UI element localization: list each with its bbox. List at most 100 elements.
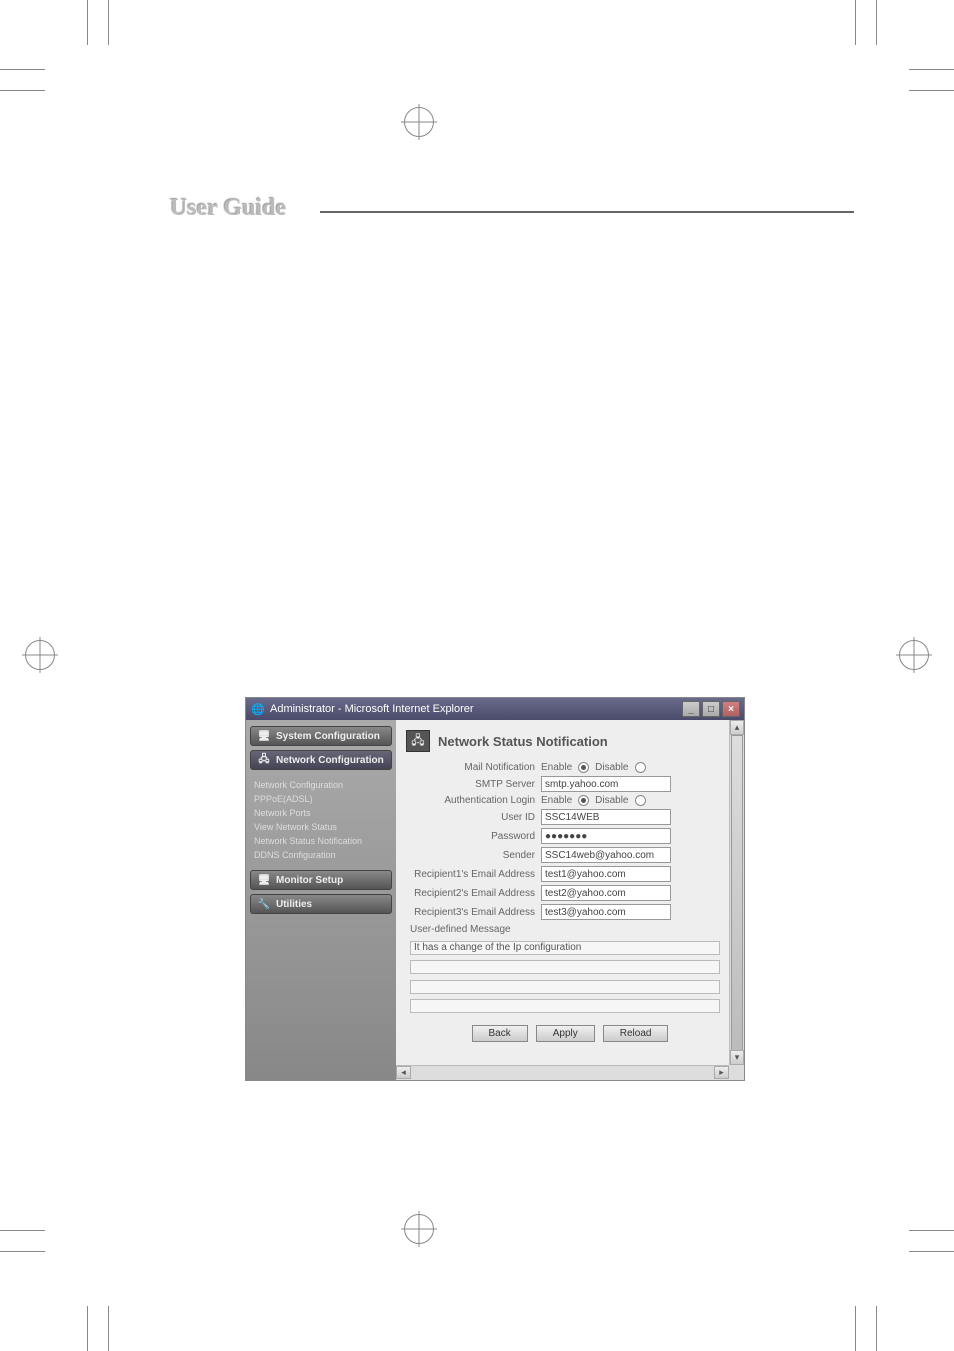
row-recip3: Recipient3's Email Address [406, 904, 734, 920]
nav-utilities[interactable]: 🔧 Utilities [250, 894, 392, 914]
close-button[interactable]: × [722, 701, 740, 717]
nav-label: Utilities [276, 899, 312, 910]
label-password: Password [406, 831, 541, 842]
crop-mark [108, 0, 109, 45]
crop-mark [0, 1230, 45, 1231]
minimize-button[interactable]: _ [682, 701, 700, 717]
label-enable: Enable [541, 795, 572, 806]
label-disable: Disable [595, 762, 628, 773]
nav-network-configuration[interactable]: 🖧 Network Configuration [250, 750, 392, 770]
input-user-id[interactable] [541, 809, 671, 825]
sidebar: 🖥 System Configuration 🖧 Network Configu… [246, 720, 396, 1080]
nav-label: Network Configuration [276, 755, 384, 766]
crop-mark [876, 0, 877, 45]
label-smtp: SMTP Server [406, 779, 541, 790]
crop-mark [909, 69, 954, 70]
sidebar-item-network-config[interactable]: Network Configuration [254, 778, 390, 792]
reload-button[interactable]: Reload [603, 1025, 669, 1042]
row-recip2: Recipient2's Email Address [406, 885, 734, 901]
page-title: User Guide [170, 195, 286, 222]
label-disable: Disable [595, 795, 628, 806]
nav-monitor-setup[interactable]: 🖥 Monitor Setup [250, 870, 392, 890]
input-smtp-server[interactable] [541, 776, 671, 792]
input-message-4[interactable] [410, 999, 720, 1013]
window-title: Administrator - Microsoft Internet Explo… [270, 703, 682, 715]
nav-label: System Configuration [276, 731, 380, 742]
content-title: Network Status Notification [438, 734, 608, 749]
window-body: 🖥 System Configuration 🖧 Network Configu… [246, 720, 744, 1080]
radio-auth-enable[interactable] [578, 795, 589, 806]
scroll-thumb[interactable] [731, 735, 743, 1055]
crop-mark [87, 0, 88, 45]
row-sender: Sender [406, 847, 734, 863]
crop-mark [0, 69, 45, 70]
crop-mark [909, 1251, 954, 1252]
registration-mark [25, 640, 55, 670]
crop-mark [909, 1230, 954, 1231]
row-smtp-server: SMTP Server [406, 776, 734, 792]
crop-mark [0, 1251, 45, 1252]
row-recip1: Recipient1's Email Address [406, 866, 734, 882]
row-user-id: User ID [406, 809, 734, 825]
sidebar-item-network-status-notification[interactable]: Network Status Notification [254, 834, 390, 848]
label-enable: Enable [541, 762, 572, 773]
scroll-up-arrow[interactable]: ▴ [730, 720, 744, 735]
scroll-corner [729, 1065, 744, 1080]
content-pane: 🖧 Network Status Notification Mail Notif… [396, 720, 744, 1080]
back-button[interactable]: Back [472, 1025, 528, 1042]
input-recip2[interactable] [541, 885, 671, 901]
crop-mark [855, 1306, 856, 1351]
input-message-1[interactable] [410, 941, 720, 955]
label-user-id: User ID [406, 812, 541, 823]
label-recip2: Recipient2's Email Address [406, 888, 541, 899]
maximize-button[interactable]: □ [702, 701, 720, 717]
label-recip1: Recipient1's Email Address [406, 869, 541, 880]
wrench-icon: 🔧 [256, 898, 272, 910]
input-sender[interactable] [541, 847, 671, 863]
ie-icon: 🌐 [250, 701, 266, 717]
window-controls: _ □ × [682, 701, 740, 717]
apply-button[interactable]: Apply [536, 1025, 595, 1042]
sidebar-item-view-network-status[interactable]: View Network Status [254, 820, 390, 834]
page-header: User Guide [170, 195, 854, 222]
vertical-scrollbar[interactable]: ▴ ▾ [729, 720, 744, 1065]
input-password[interactable] [541, 828, 671, 844]
monitor-setup-icon: 🖥 [256, 874, 272, 886]
input-recip3[interactable] [541, 904, 671, 920]
scroll-right-arrow[interactable]: ▸ [714, 1066, 729, 1079]
label-auth: Authentication Login [406, 795, 541, 806]
nav-system-configuration[interactable]: 🖥 System Configuration [250, 726, 392, 746]
crop-mark [108, 1306, 109, 1351]
scroll-down-arrow[interactable]: ▾ [730, 1050, 744, 1065]
radio-auth-disable[interactable] [635, 795, 646, 806]
network-status-icon: 🖧 [406, 730, 430, 752]
sidebar-item-ddns[interactable]: DDNS Configuration [254, 848, 390, 862]
label-recip3: Recipient3's Email Address [406, 907, 541, 918]
scroll-left-arrow[interactable]: ◂ [396, 1066, 411, 1079]
nav-label: Monitor Setup [276, 875, 343, 886]
input-message-3[interactable] [410, 980, 720, 994]
label-sender: Sender [406, 850, 541, 861]
radio-mail-enable[interactable] [578, 762, 589, 773]
registration-mark [404, 107, 434, 137]
label-mail-notification: Mail Notification [406, 762, 541, 773]
registration-mark [404, 1214, 434, 1244]
header-divider [320, 211, 854, 213]
horizontal-scrollbar[interactable]: ◂ ▸ [396, 1065, 729, 1080]
content-header: 🖧 Network Status Notification [406, 730, 734, 752]
app-window: 🌐 Administrator - Microsoft Internet Exp… [245, 697, 745, 1081]
crop-mark [855, 0, 856, 45]
input-recip1[interactable] [541, 866, 671, 882]
title-bar: 🌐 Administrator - Microsoft Internet Exp… [246, 698, 744, 720]
action-buttons: Back Apply Reload [406, 1025, 734, 1042]
sidebar-item-network-ports[interactable]: Network Ports [254, 806, 390, 820]
crop-mark [876, 1306, 877, 1351]
sidebar-item-pppoe[interactable]: PPPoE(ADSL) [254, 792, 390, 806]
crop-mark [0, 90, 45, 91]
crop-mark [909, 90, 954, 91]
label-user-msg: User-defined Message [410, 924, 734, 935]
sidebar-sub-items: Network Configuration PPPoE(ADSL) Networ… [250, 774, 392, 870]
radio-mail-disable[interactable] [635, 762, 646, 773]
crop-mark [87, 1306, 88, 1351]
input-message-2[interactable] [410, 960, 720, 974]
